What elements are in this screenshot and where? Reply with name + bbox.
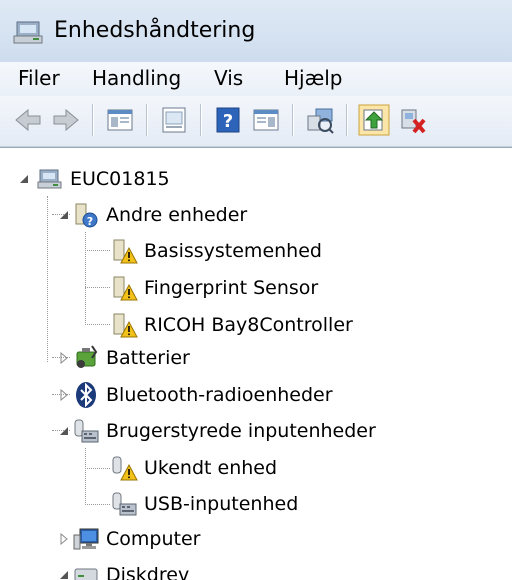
forward-arrow-icon[interactable] bbox=[50, 104, 82, 136]
window-title: Enhedshåndtering bbox=[54, 18, 256, 43]
bluetooth-icon bbox=[76, 382, 96, 408]
tree-node-hid[interactable]: Brugerstyrede inputenheder bbox=[72, 413, 472, 449]
tree-connector bbox=[85, 287, 110, 288]
tree-node-batteries[interactable]: Batterier bbox=[72, 340, 272, 376]
collapse-arrow-icon[interactable] bbox=[58, 425, 70, 437]
toolbar: ? bbox=[0, 96, 512, 147]
tree-node-label: Andre enheder bbox=[106, 204, 248, 226]
collapse-arrow-icon[interactable] bbox=[18, 173, 30, 185]
computer-tree-icon bbox=[37, 169, 62, 189]
tree-node-device[interactable]: RICOH Bay8Controller bbox=[110, 307, 390, 343]
menu-help[interactable]: Hjælp bbox=[284, 62, 343, 94]
tree-node-label: Batterier bbox=[106, 347, 190, 369]
device-tree: EUC01815 ? Andre enheder Basissystemenhe… bbox=[0, 147, 512, 580]
tree-connector bbox=[85, 232, 86, 325]
menu-view[interactable]: Vis bbox=[214, 62, 243, 94]
tree-connector bbox=[47, 196, 48, 362]
menu-file[interactable]: Filer bbox=[18, 62, 60, 94]
tree-node-label: EUC01815 bbox=[70, 168, 170, 190]
monitor-icon bbox=[73, 528, 99, 550]
toolbar-separator bbox=[292, 104, 293, 136]
update-driver-icon[interactable] bbox=[358, 104, 390, 136]
tree-node-label: Fingerprint Sensor bbox=[144, 277, 319, 299]
tree-node-label: Basissystemenhed bbox=[144, 240, 322, 262]
tree-node-other-devices[interactable]: ? Andre enheder bbox=[72, 197, 312, 233]
hid-icon bbox=[112, 492, 137, 516]
tree-node-computer-root[interactable]: EUC01815 bbox=[36, 161, 256, 197]
tree-node-device[interactable]: Fingerprint Sensor bbox=[110, 270, 370, 306]
properties-icon[interactable] bbox=[158, 104, 190, 136]
battery-icon bbox=[76, 345, 98, 368]
svg-text:?: ? bbox=[87, 215, 93, 228]
toolbar-separator bbox=[92, 104, 93, 136]
warning-device-icon bbox=[113, 313, 138, 338]
tree-connector bbox=[85, 504, 110, 505]
menu-bar: Filer Handling Vis Hjælp bbox=[0, 62, 512, 96]
scan-hardware-icon[interactable] bbox=[304, 104, 336, 136]
tree-node-label: Brugerstyrede inputenheder bbox=[106, 420, 376, 442]
tree-connector bbox=[85, 448, 86, 505]
expand-arrow-icon[interactable] bbox=[58, 533, 70, 545]
tree-node-bluetooth[interactable]: Bluetooth-radioenheder bbox=[72, 377, 402, 413]
unknown-device-icon: ? bbox=[75, 203, 98, 228]
uninstall-device-icon[interactable] bbox=[396, 104, 428, 136]
tree-node-device[interactable]: Ukendt enhed bbox=[110, 450, 330, 486]
warning-hid-icon bbox=[112, 456, 138, 481]
warning-device-icon bbox=[113, 276, 138, 301]
show-hide-console-tree-icon[interactable] bbox=[104, 104, 136, 136]
svg-text:?: ? bbox=[223, 111, 233, 132]
tree-node-label: USB-inputenhed bbox=[144, 493, 299, 515]
toolbar-separator bbox=[200, 104, 201, 136]
tree-node-computer[interactable]: Computer bbox=[72, 521, 272, 557]
title-bar: Enhedshåndtering bbox=[0, 0, 512, 62]
toolbar-separator bbox=[346, 104, 347, 136]
expand-arrow-icon[interactable] bbox=[58, 389, 70, 401]
help-icon[interactable]: ? bbox=[212, 104, 244, 136]
back-arrow-icon[interactable] bbox=[12, 104, 44, 136]
tree-connector bbox=[85, 324, 110, 325]
tree-node-label: Bluetooth-radioenheder bbox=[106, 384, 333, 406]
tree-node-device[interactable]: USB-inputenhed bbox=[110, 486, 350, 522]
warning-device-icon bbox=[113, 239, 138, 264]
tree-node-label: RICOH Bay8Controller bbox=[144, 314, 353, 336]
tree-node-device[interactable]: Basissystemenhed bbox=[110, 233, 370, 269]
tree-connector bbox=[85, 468, 110, 469]
collapse-arrow-icon[interactable] bbox=[58, 209, 70, 221]
toolbar-separator bbox=[146, 104, 147, 136]
tree-connector bbox=[85, 250, 110, 251]
disk-icon bbox=[74, 568, 98, 580]
device-manager-icon bbox=[13, 21, 43, 44]
tree-node-label: Ukendt enhed bbox=[144, 457, 278, 479]
tree-node-disk-drives[interactable]: Diskdrev bbox=[72, 557, 272, 580]
tree-node-label: Computer bbox=[106, 528, 201, 550]
show-action-pane-icon[interactable] bbox=[250, 104, 282, 136]
tree-node-label: Diskdrev bbox=[106, 564, 190, 580]
collapse-arrow-icon[interactable] bbox=[58, 569, 70, 580]
expand-arrow-icon[interactable] bbox=[58, 352, 70, 364]
menu-action[interactable]: Handling bbox=[92, 62, 181, 94]
hid-icon bbox=[74, 419, 99, 443]
